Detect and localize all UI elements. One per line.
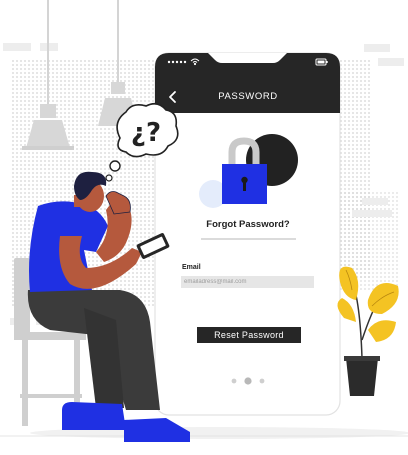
thought-bubble-text: ¿? [131,118,161,148]
page-dot [259,378,265,384]
page-dot [231,378,237,384]
email-field[interactable] [181,276,314,288]
screen-title: PASSWORD [218,91,278,102]
back-button[interactable] [163,88,179,106]
email-label: Email [182,264,201,271]
page-dot-active [244,377,252,385]
reset-password-button[interactable]: Reset Password [197,327,301,343]
phone-device [154,52,341,416]
forgot-password-heading: Forgot Password? [206,219,290,230]
